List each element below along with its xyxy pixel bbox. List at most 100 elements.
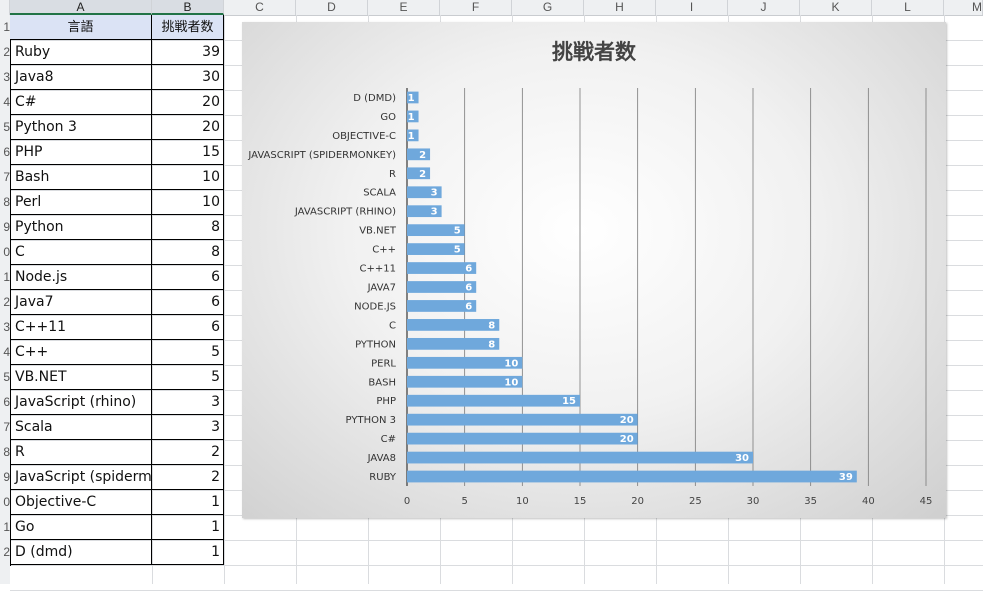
column-header-h[interactable]: H	[584, 0, 656, 15]
bar[interactable]	[407, 413, 638, 426]
cell-count[interactable]: 6	[152, 315, 224, 340]
row-header[interactable]: 0	[0, 240, 10, 265]
cell-count[interactable]: 30	[152, 65, 224, 90]
column-header-m[interactable]: M	[944, 0, 983, 15]
row-header[interactable]: 5	[0, 365, 10, 390]
column-header-l[interactable]: L	[872, 0, 944, 15]
row-header[interactable]: 9	[0, 465, 10, 490]
cell-language[interactable]: Objective-C	[10, 490, 152, 515]
row-header[interactable]: 6	[0, 390, 10, 415]
cell-count[interactable]: 5	[152, 340, 224, 365]
column-header-i[interactable]: I	[656, 0, 728, 15]
row-header[interactable]: 8	[0, 440, 10, 465]
row-header[interactable]: 4	[0, 340, 10, 365]
row-header[interactable]: 3	[0, 315, 10, 340]
cell-count[interactable]: 1	[152, 490, 224, 515]
row-header[interactable]: 1	[0, 515, 10, 540]
row-header[interactable]: 4	[0, 90, 10, 115]
row-header[interactable]: 2	[0, 290, 10, 315]
cell-count[interactable]: 15	[152, 140, 224, 165]
column-header-k[interactable]: K	[800, 0, 872, 15]
data-label: 1	[408, 131, 415, 142]
cell-language[interactable]: Go	[10, 515, 152, 540]
row-header[interactable]: 7	[0, 165, 10, 190]
row-header[interactable]: 7	[0, 415, 10, 440]
bar-chart[interactable]: 挑戦者数 D (DMD) GO OBJECTIVE-C JAVASCRIPT (SPI…	[242, 22, 946, 518]
row-header[interactable]: 0	[0, 490, 10, 515]
cell-language[interactable]: Java8	[10, 65, 152, 90]
cell-language[interactable]: C++	[10, 340, 152, 365]
category-label: R	[389, 169, 396, 180]
row-header[interactable]: 1	[0, 15, 10, 40]
x-tick-label: 25	[689, 496, 702, 507]
cell-count[interactable]: 3	[152, 415, 224, 440]
cell-count[interactable]: 1	[152, 540, 224, 565]
data-label: 8	[488, 320, 495, 331]
cell-count[interactable]: 5	[152, 365, 224, 390]
cell-language[interactable]: Bash	[10, 165, 152, 190]
column-header-j[interactable]: J	[728, 0, 800, 15]
column-header-e[interactable]: E	[368, 0, 440, 15]
bar[interactable]	[407, 432, 638, 445]
row-header[interactable]: 3	[0, 65, 10, 90]
data-label: 15	[562, 396, 576, 407]
cell-language[interactable]: VB.NET	[10, 365, 152, 390]
cell-count[interactable]: 8	[152, 215, 224, 240]
row-header[interactable]: 9	[0, 215, 10, 240]
row-header[interactable]: 2	[0, 40, 10, 65]
column-header-d[interactable]: D	[296, 0, 368, 15]
bar[interactable]	[407, 337, 500, 350]
row-header[interactable]: 5	[0, 115, 10, 140]
cell-count[interactable]: 2	[152, 465, 224, 490]
cell-language[interactable]: Ruby	[10, 40, 152, 65]
row-header[interactable]: 1	[0, 265, 10, 290]
cell-language[interactable]: C#	[10, 90, 152, 115]
cell-count[interactable]: 10	[152, 165, 224, 190]
header-cell-language[interactable]: 言語	[10, 15, 152, 40]
cell-language[interactable]: PHP	[10, 140, 152, 165]
row-header[interactable]: 8	[0, 190, 10, 215]
cell-language[interactable]: Node.js	[10, 265, 152, 290]
column-header-a[interactable]: A	[10, 0, 152, 15]
cell-language[interactable]: JavaScript (spidermonkey)	[10, 465, 152, 490]
category-label: VB.NET	[359, 226, 397, 237]
cell-count[interactable]: 1	[152, 515, 224, 540]
row-header[interactable]: 2	[0, 540, 10, 565]
column-header-g[interactable]: G	[512, 0, 584, 15]
cell-language[interactable]: Python 3	[10, 115, 152, 140]
cell-language[interactable]: C++11	[10, 315, 152, 340]
cell-count[interactable]: 6	[152, 265, 224, 290]
bar[interactable]	[407, 451, 753, 464]
cell-count[interactable]: 2	[152, 440, 224, 465]
bar[interactable]	[407, 319, 500, 331]
cell-language[interactable]: Java7	[10, 290, 152, 315]
bar[interactable]	[407, 394, 580, 407]
cell-language[interactable]: R	[10, 440, 152, 465]
column-header-f[interactable]: F	[440, 0, 512, 15]
cell-count[interactable]: 20	[152, 115, 224, 140]
column-header-b[interactable]: B	[152, 0, 224, 15]
cell-count[interactable]: 3	[152, 390, 224, 415]
cell-language[interactable]: D (dmd)	[10, 540, 152, 565]
chart-category-labels: D (DMD) GO OBJECTIVE-C JAVASCRIPT (SPIDERMO…	[247, 93, 397, 483]
row-header[interactable]: 6	[0, 140, 10, 165]
cell-count[interactable]: 6	[152, 290, 224, 315]
cell-count[interactable]: 39	[152, 40, 224, 65]
cell-count[interactable]: 20	[152, 90, 224, 115]
cell-count[interactable]: 8	[152, 240, 224, 265]
cell-language[interactable]: Scala	[10, 415, 152, 440]
cell-language[interactable]: JavaScript (rhino)	[10, 390, 152, 415]
row-header-strip: 1234567890123456789012	[0, 15, 10, 584]
category-label: SCALA	[363, 188, 396, 199]
cell-count[interactable]: 10	[152, 190, 224, 215]
bar[interactable]	[407, 470, 857, 483]
cell-language[interactable]: Python	[10, 215, 152, 240]
category-label: NODE.JS	[354, 301, 396, 312]
cell-language[interactable]: C	[10, 240, 152, 265]
column-header-c[interactable]: C	[224, 0, 296, 15]
data-label: 20	[620, 415, 634, 426]
header-cell-count[interactable]: 挑戦者数	[152, 15, 224, 40]
category-label: PHP	[376, 396, 396, 407]
cell-language[interactable]: Perl	[10, 190, 152, 215]
select-all-corner[interactable]	[0, 0, 10, 15]
